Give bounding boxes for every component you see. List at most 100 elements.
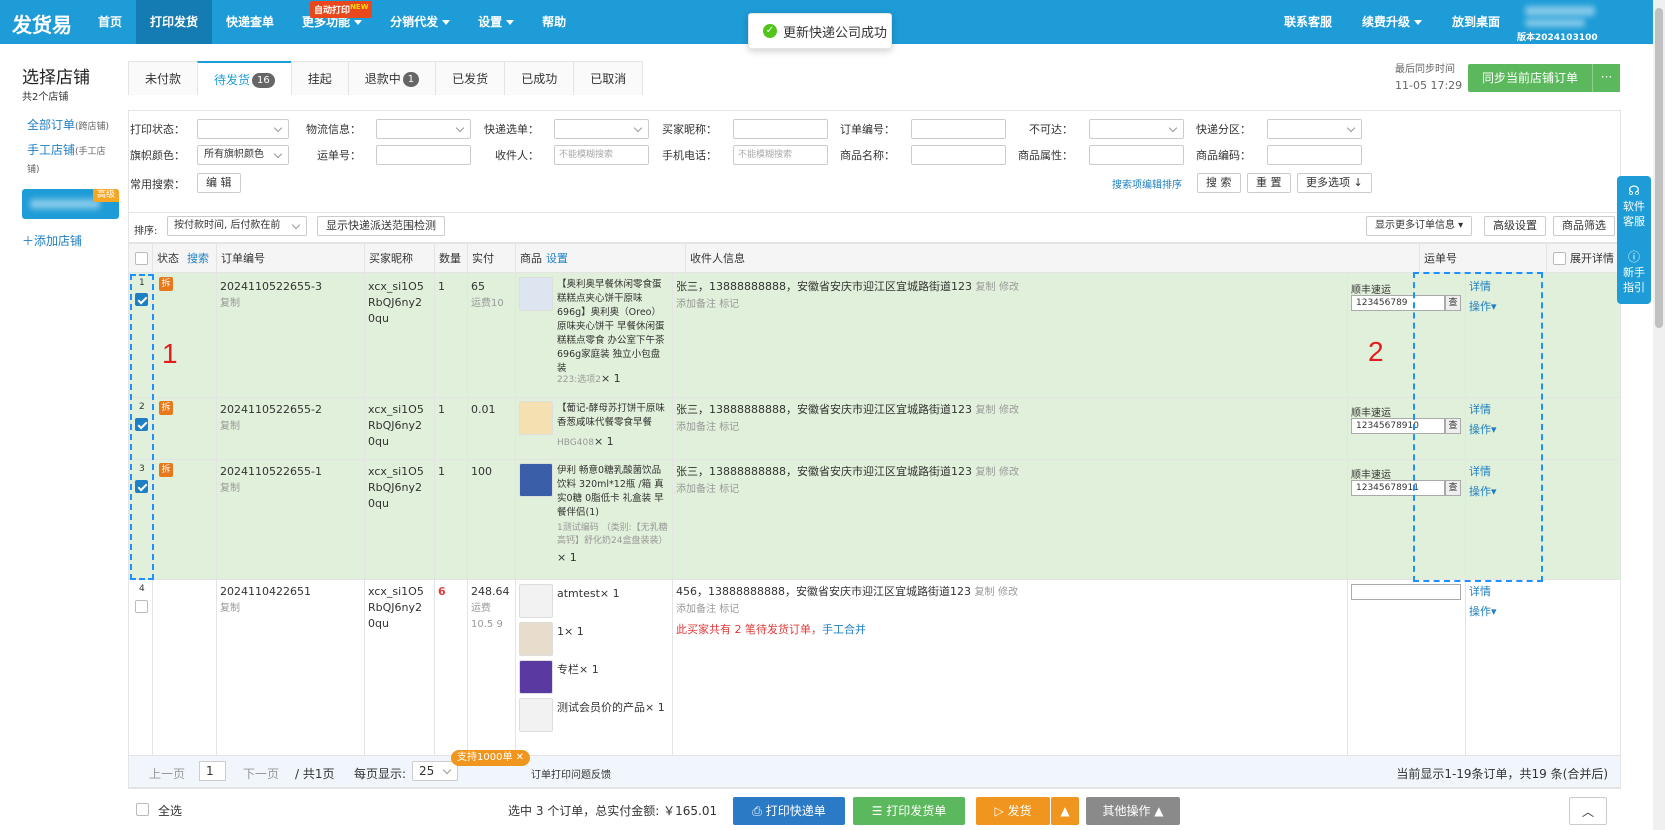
tab-completed[interactable]: 已成功 — [504, 61, 575, 95]
scrollbar[interactable] — [1653, 0, 1665, 830]
tab-shipped[interactable]: 已发货 — [435, 61, 506, 95]
nav-print-ship[interactable]: 打印发货 — [136, 0, 213, 44]
copy-link[interactable]: 复制 — [220, 296, 240, 312]
search-sort-link[interactable]: 搜索项编辑排序 — [1112, 176, 1182, 191]
product-item[interactable]: 专栏× 1 — [557, 662, 599, 678]
copy-link[interactable]: 复制 — [975, 405, 995, 416]
nav-distribution[interactable]: 分销代发 — [376, 0, 464, 44]
product-thumbnail[interactable] — [519, 584, 553, 618]
express-zone-select[interactable] — [1267, 119, 1362, 139]
manual-merge-link[interactable]: 手工合并 — [822, 623, 866, 636]
copy-link[interactable]: 复制 — [220, 481, 240, 497]
table-row[interactable]: 3 拆 2024110522655-1 复制 xcx_si1O5 RbQJ6ny… — [129, 460, 1620, 580]
copy-link[interactable]: 复制 — [975, 467, 995, 478]
detail-link[interactable]: 详情 — [1469, 402, 1491, 418]
add-note-link[interactable]: 添加备注 — [676, 604, 716, 615]
product-thumbnail[interactable] — [519, 277, 553, 311]
row-checkbox[interactable] — [135, 293, 148, 306]
product-thumbnail[interactable] — [519, 660, 553, 694]
reset-button[interactable]: 重 置 — [1247, 173, 1291, 193]
add-note-link[interactable]: 添加备注 — [676, 422, 716, 433]
modify-link[interactable]: 修改 — [999, 405, 1019, 416]
product-thumbnail[interactable] — [519, 401, 553, 435]
sync-orders-button[interactable]: 同步当前店铺订单 — [1468, 64, 1592, 92]
copy-link[interactable]: 复制 — [974, 587, 994, 598]
detail-link[interactable]: 详情 — [1469, 279, 1491, 295]
product-title[interactable]: 伊利 畅意0糖乳酸菌饮品饮料 320ml*12瓶 /箱 真实0糖 0脂低卡 礼盒… — [557, 464, 669, 520]
buyer-nick-input[interactable] — [733, 119, 828, 139]
nav-help[interactable]: 帮助 — [528, 0, 580, 44]
product-settings-link[interactable]: 设置 — [546, 252, 568, 265]
tab-to-ship[interactable]: 待发货 16 — [197, 61, 292, 95]
phone-input[interactable]: 不能模糊搜索 — [733, 145, 828, 165]
mark-link[interactable]: 标记 — [719, 484, 739, 495]
product-title[interactable]: 【葡记-酵母苏打饼干原味香葱咸味代餐零食早餐 — [557, 402, 669, 430]
advanced-settings-button[interactable]: 高级设置 — [1484, 216, 1546, 236]
page-input[interactable]: 1 — [199, 761, 226, 781]
search-button[interactable]: 搜 索 — [1197, 173, 1241, 193]
nav-express-query[interactable]: 快递查单 — [212, 0, 288, 44]
more-order-info-button[interactable]: 显示更多订单信息 ▾ — [1366, 216, 1473, 236]
modify-link[interactable]: 修改 — [999, 467, 1019, 478]
copy-link[interactable]: 复制 — [220, 601, 240, 617]
more-options-button[interactable]: 更多选项 ↓ — [1297, 173, 1372, 193]
support-button[interactable]: ☊ 软件客服 — [1617, 184, 1651, 229]
detail-link[interactable]: 详情 — [1469, 464, 1491, 480]
nav-home[interactable]: 首页 — [84, 0, 136, 44]
sidebar-item-all-orders[interactable]: 全部订单(跨店铺) — [27, 116, 109, 133]
product-item[interactable]: 1× 1 — [557, 624, 584, 640]
copy-link[interactable]: 复制 — [220, 419, 240, 435]
select-all-footer-checkbox[interactable] — [136, 803, 149, 816]
row-checkbox[interactable] — [135, 480, 148, 493]
print-express-button[interactable]: ⎙ 打印快递单 — [733, 797, 845, 825]
tab-refunding[interactable]: 退款中 1 — [347, 61, 437, 95]
prev-page-button[interactable]: 上一页 — [149, 765, 185, 782]
copy-link[interactable]: 复制 — [975, 282, 995, 293]
nav-desktop[interactable]: 放到桌面 — [1437, 0, 1515, 44]
nav-renew-upgrade[interactable]: 续费升级 — [1347, 0, 1437, 44]
other-ops-button[interactable]: 其他操作 ▲ — [1086, 797, 1180, 825]
ops-dropdown[interactable]: 操作▾ — [1469, 422, 1497, 438]
product-thumbnail[interactable] — [519, 698, 553, 732]
per-page-select[interactable]: 25 — [412, 761, 458, 781]
row-checkbox[interactable] — [135, 418, 148, 431]
waybill-input[interactable] — [376, 145, 471, 165]
print-status-select[interactable] — [197, 119, 289, 139]
flag-color-select[interactable]: 所有旗帜颜色 — [197, 145, 289, 165]
unreachable-select[interactable] — [1089, 119, 1184, 139]
order-no-input[interactable] — [911, 119, 1006, 139]
sync-more-button[interactable]: ··· — [1592, 64, 1620, 92]
close-icon[interactable]: ✕ — [516, 752, 524, 763]
scroll-top-button[interactable]: ︿ — [1569, 797, 1607, 825]
nav-contact-support[interactable]: 联系客服 — [1269, 0, 1347, 44]
print-invoice-button[interactable]: ☰ 打印发货单 — [853, 797, 965, 825]
waybill-input[interactable]: 12345678911 — [1351, 480, 1445, 496]
waybill-query-button[interactable]: 查 — [1445, 418, 1461, 434]
product-thumbnail[interactable] — [519, 463, 553, 497]
delivery-range-check-button[interactable]: 显示快递派送范围检测 — [317, 216, 445, 236]
product-thumbnail[interactable] — [519, 622, 553, 656]
add-note-link[interactable]: 添加备注 — [676, 299, 716, 310]
scrollbar-thumb[interactable] — [1655, 8, 1663, 328]
sidebar-item-current-shop[interactable]: 高级 — [22, 189, 119, 219]
select-all-checkbox[interactable] — [135, 252, 148, 265]
ship-dropdown-button[interactable]: ▲ — [1051, 797, 1079, 825]
print-feedback-link[interactable]: 订单打印问题反馈 — [531, 766, 611, 781]
logistics-select[interactable] — [376, 119, 471, 139]
row-checkbox[interactable] — [135, 600, 148, 613]
app-logo[interactable]: 发货易 — [12, 9, 72, 38]
modify-link[interactable]: 修改 — [998, 587, 1018, 598]
mark-link[interactable]: 标记 — [719, 604, 739, 615]
mark-link[interactable]: 标记 — [719, 422, 739, 433]
next-page-button[interactable]: 下一页 — [243, 765, 279, 782]
status-search-link[interactable]: 搜索 — [187, 252, 209, 265]
tab-unpaid[interactable]: 未付款 — [128, 61, 199, 95]
tab-cancelled[interactable]: 已取消 — [573, 61, 644, 95]
express-sheet-select[interactable] — [554, 119, 649, 139]
product-filter-button[interactable]: 商品筛选 — [1553, 216, 1615, 236]
tab-on-hold[interactable]: 挂起 — [290, 61, 349, 95]
product-code-input[interactable] — [1267, 145, 1362, 165]
sort-select[interactable]: 按付款时间, 后付款在前 — [167, 216, 307, 236]
product-item[interactable]: 测试会员价的产品× 1 — [557, 700, 665, 716]
table-row[interactable]: 1 拆 2024110522655-3 复制 xcx_si1O5 RbQJ6ny… — [129, 273, 1620, 398]
